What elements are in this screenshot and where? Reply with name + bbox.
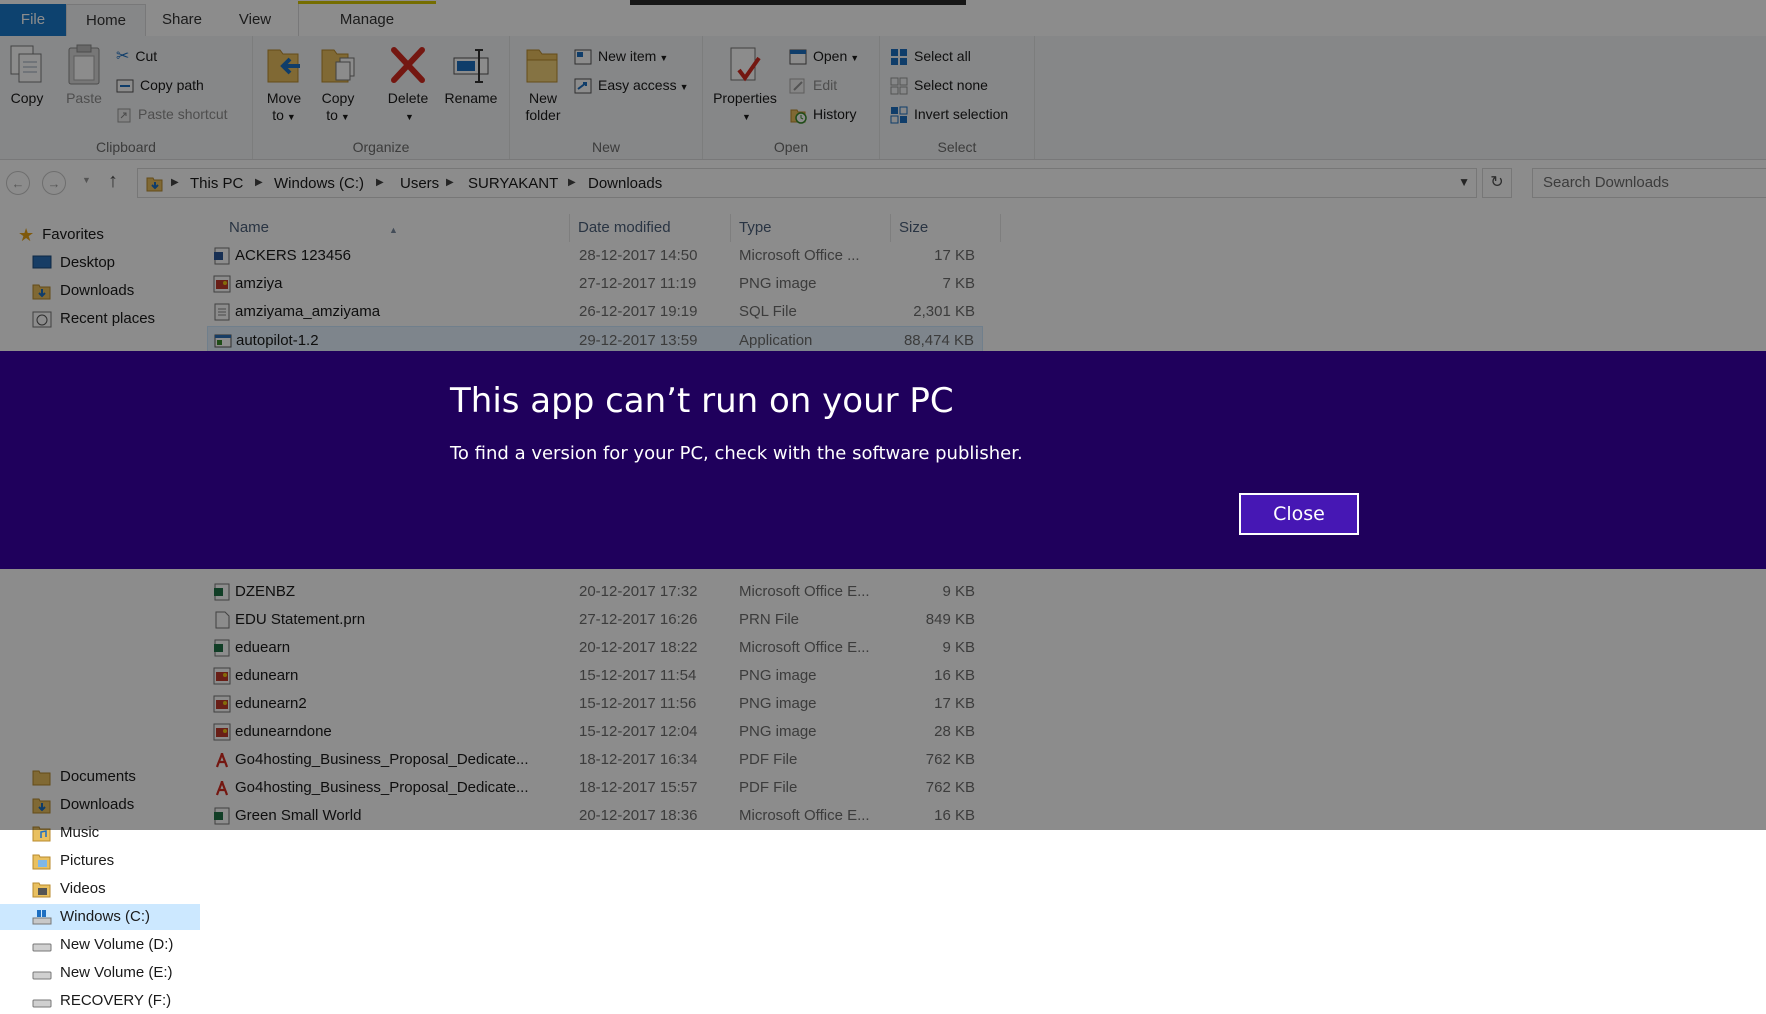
app-cant-run-dialog: This app can’t run on your PC To find a … [0,351,1766,569]
dialog-title: This app can’t run on your PC [450,381,954,421]
nav-pictures[interactable]: Pictures [32,848,114,874]
close-button[interactable]: Close [1239,493,1359,535]
drive-icon [32,971,52,980]
windows-drive-icon [32,910,52,925]
nav-pictures-label: Pictures [60,852,115,869]
drive-icon [32,943,52,952]
nav-drive-c[interactable]: Windows (C:) [0,904,200,930]
nav-drive-c-label: Windows (C:) [60,908,151,925]
drive-icon [32,999,52,1008]
nav-drive-d[interactable]: New Volume (D:) [32,932,173,958]
nav-videos[interactable]: Videos [32,876,106,902]
dialog-message: To find a version for your PC, check wit… [450,443,1023,464]
nav-drive-f[interactable]: RECOVERY (F:) [32,988,171,1014]
nav-drive-e-label: New Volume (E:) [60,964,173,981]
pictures-icon [32,854,51,870]
nav-drive-d-label: New Volume (D:) [60,936,174,953]
nav-videos-label: Videos [60,880,106,897]
nav-drive-e[interactable]: New Volume (E:) [32,960,173,986]
nav-drive-f-label: RECOVERY (F:) [60,992,172,1009]
file-explorer-window: File Home Share View Manage Copy Paste ✂… [0,0,1766,1009]
videos-icon [32,882,51,898]
